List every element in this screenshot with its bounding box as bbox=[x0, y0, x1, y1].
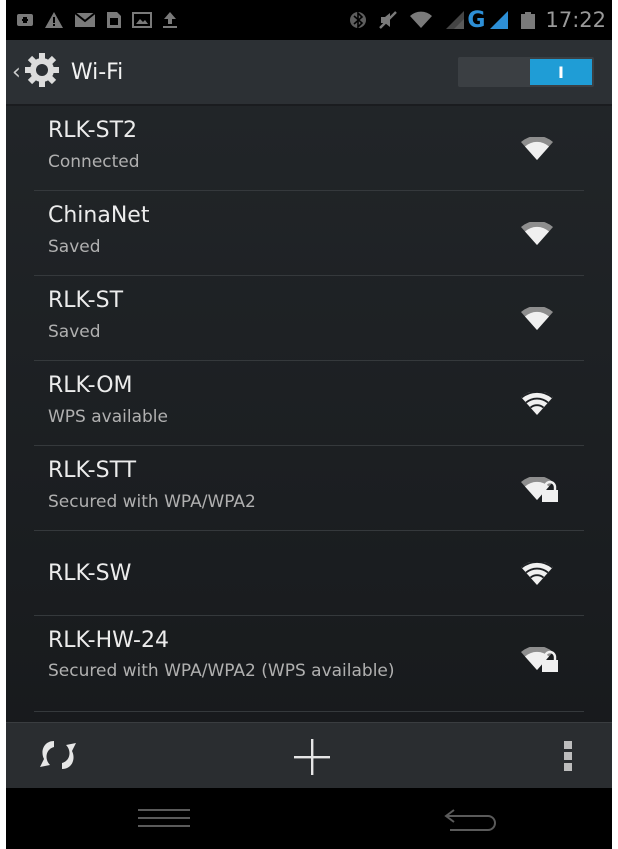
network-ssid: ChinaNet bbox=[48, 203, 150, 228]
bluetooth-icon bbox=[349, 10, 367, 30]
menu-icon[interactable] bbox=[138, 808, 190, 832]
add-network-icon[interactable] bbox=[292, 737, 332, 781]
network-item[interactable]: ChinaNet Saved bbox=[6, 191, 612, 276]
network-status: Secured with WPA/WPA2 bbox=[48, 492, 256, 512]
network-type-label: G bbox=[467, 7, 486, 33]
wifi-signal-icon bbox=[520, 305, 554, 335]
page-title: Wi-Fi bbox=[70, 59, 124, 85]
status-bar: G 17:22 bbox=[6, 0, 612, 40]
network-ssid: RLK-ST2 bbox=[48, 118, 137, 143]
mute-icon bbox=[377, 10, 399, 30]
network-status: WPS available bbox=[48, 407, 168, 427]
signal-strength-icon bbox=[489, 10, 509, 30]
network-ssid: RLK-SW bbox=[48, 561, 132, 586]
wifi-signal-icon bbox=[520, 390, 554, 420]
sim-icon bbox=[106, 11, 122, 29]
action-bar: ‹ Wi-Fi I bbox=[6, 40, 612, 106]
network-ssid: RLK-HW-24 bbox=[48, 628, 169, 653]
new-message-icon bbox=[16, 11, 34, 29]
divider bbox=[34, 711, 584, 712]
navigation-bar bbox=[6, 788, 612, 849]
network-item[interactable]: RLK-SW bbox=[6, 531, 612, 616]
network-item[interactable]: RLK-OM WPS available bbox=[6, 361, 612, 446]
settings-gear-icon[interactable] bbox=[23, 51, 61, 93]
network-ssid: RLK-ST bbox=[48, 288, 124, 313]
status-bar-right: G 17:22 bbox=[339, 8, 612, 33]
wifi-signal-icon bbox=[520, 560, 554, 590]
network-ssid: RLK-STT bbox=[48, 458, 137, 483]
network-status: Secured with WPA/WPA2 (WPS available) bbox=[48, 661, 395, 681]
phone-screen: G 17:22 ‹ Wi-Fi I RLK-ST2 Connected Chin… bbox=[6, 0, 612, 849]
email-icon bbox=[74, 12, 96, 28]
battery-icon bbox=[519, 10, 537, 30]
image-icon bbox=[132, 12, 152, 28]
switch-thumb[interactable]: I bbox=[530, 59, 592, 85]
alert-icon bbox=[44, 11, 64, 29]
network-item[interactable]: RLK-HW-24 Secured with WPA/WPA2 (WPS ava… bbox=[6, 616, 612, 712]
wps-icon[interactable] bbox=[36, 737, 80, 777]
network-item[interactable]: RLK-ST Saved bbox=[6, 276, 612, 361]
wifi-icon bbox=[409, 11, 433, 29]
wifi-network-list: RLK-ST2 Connected ChinaNet Saved RLK-ST … bbox=[6, 106, 612, 712]
upload-icon bbox=[162, 11, 178, 29]
up-caret-icon[interactable]: ‹ bbox=[12, 60, 21, 85]
wifi-signal-icon bbox=[520, 135, 554, 165]
wifi-toggle-switch[interactable]: I bbox=[458, 57, 594, 87]
network-status: Saved bbox=[48, 237, 101, 257]
network-item[interactable]: RLK-STT Secured with WPA/WPA2 bbox=[6, 446, 612, 531]
network-ssid: RLK-OM bbox=[48, 373, 133, 398]
status-clock: 17:22 bbox=[545, 8, 606, 32]
network-status: Connected bbox=[48, 152, 140, 172]
signal-icon bbox=[445, 10, 465, 30]
back-icon[interactable] bbox=[442, 804, 502, 838]
wifi-secured-icon bbox=[520, 475, 560, 507]
wifi-secured-icon bbox=[520, 645, 560, 677]
network-status: Saved bbox=[48, 322, 101, 342]
bottom-action-bar bbox=[6, 722, 612, 789]
network-item[interactable]: RLK-ST2 Connected bbox=[6, 106, 612, 191]
overflow-menu-icon[interactable] bbox=[562, 739, 574, 777]
wifi-signal-icon bbox=[520, 220, 554, 250]
